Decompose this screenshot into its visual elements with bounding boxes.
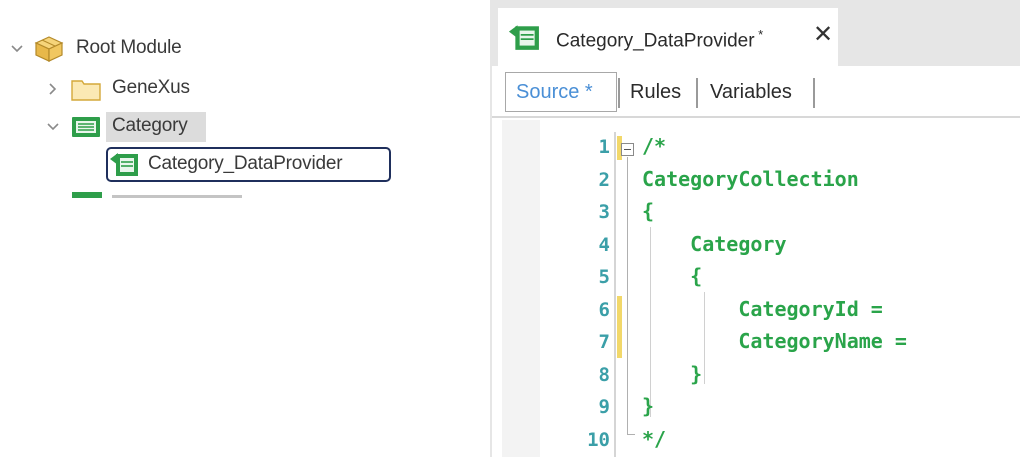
close-icon[interactable]: ✕	[812, 23, 834, 47]
tree-node-genexus[interactable]: GeneXus	[0, 74, 300, 104]
tree-node-label: GeneXus	[112, 77, 190, 98]
document-tab-strip: Category_DataProvider * ✕	[492, 0, 1020, 66]
tree-node-label: Category	[112, 115, 188, 136]
tree-node-label: Root Module	[76, 37, 182, 58]
editor-margin	[502, 120, 540, 457]
chevron-down-icon[interactable]	[10, 42, 24, 56]
chevron-down-icon[interactable]	[46, 120, 60, 134]
document-tab-title: Category_DataProvider	[556, 30, 755, 52]
tab-separator	[696, 78, 698, 108]
tab-separator	[618, 78, 620, 108]
tree-node-category[interactable]: Category	[0, 112, 300, 142]
source-code-editor[interactable]	[492, 120, 1020, 457]
chevron-right-icon[interactable]	[46, 82, 60, 96]
tree-node-root-module[interactable]: Root Module	[0, 34, 300, 64]
folder-icon	[70, 76, 102, 102]
tree-node-next-clipped	[72, 192, 252, 198]
unsaved-marker: *	[754, 27, 764, 42]
tab-source[interactable]: Source *	[505, 72, 617, 112]
data-provider-icon	[508, 22, 542, 57]
kb-explorer-tree: Root Module GeneXus Category Category_Da…	[0, 0, 490, 457]
tree-node-label: Category_DataProvider	[148, 153, 343, 174]
tab-variables[interactable]: Variables	[710, 72, 792, 112]
editor-section-tabs: Source * Rules Variables	[492, 66, 1020, 118]
object-editor: Category_DataProvider * ✕ Source * Rules…	[492, 0, 1020, 457]
transaction-icon	[70, 114, 102, 140]
fold-toggle-icon[interactable]	[621, 143, 634, 156]
tab-separator	[813, 78, 815, 108]
document-tab[interactable]: Category_DataProvider * ✕	[498, 8, 838, 66]
cube-icon	[34, 35, 64, 63]
data-provider-icon	[110, 150, 140, 178]
document-tab-label: Category_DataProvider *	[556, 27, 763, 52]
tree-node-category-dataprovider[interactable]: Category_DataProvider	[106, 149, 391, 179]
tab-rules[interactable]: Rules	[630, 72, 681, 112]
